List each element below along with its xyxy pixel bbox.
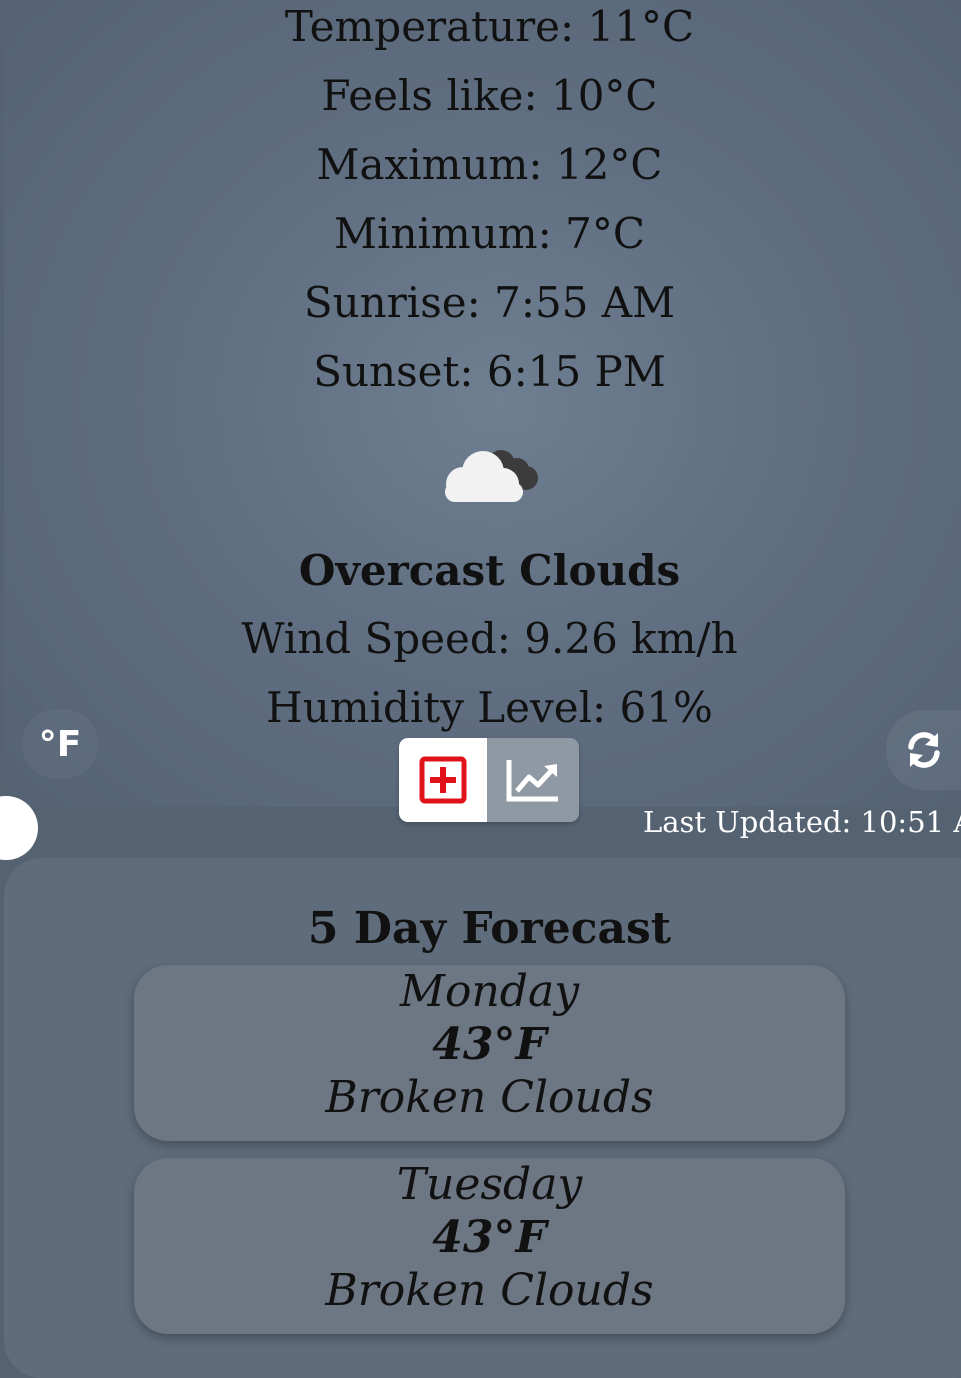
forecast-day-condition: Broken Clouds: [325, 1265, 654, 1316]
temperature-text: Temperature: 11°C: [284, 2, 695, 51]
condition-text: Overcast Clouds: [298, 546, 681, 595]
humidity-text: Humidity Level: 61%: [266, 683, 713, 732]
maximum-text: Maximum: 12°C: [316, 140, 663, 189]
forecast-title: 5 Day Forecast: [307, 903, 672, 954]
action-button-group: [399, 738, 579, 822]
add-square-icon: [419, 756, 467, 804]
line-chart-icon: [506, 760, 558, 802]
forecast-day-name: Monday: [399, 966, 580, 1017]
forecast-day-card[interactable]: Monday 43°F Broken Clouds: [134, 965, 845, 1141]
wind-speed-text: Wind Speed: 9.26 km/h: [241, 614, 738, 663]
last-updated-text: Last Updated: 10:51 AM: [643, 805, 961, 839]
feels-like-text: Feels like: 10°C: [321, 71, 658, 120]
forecast-day-temp: 43°F: [432, 1212, 547, 1263]
overcast-clouds-icon: [445, 450, 538, 502]
chart-button[interactable]: [487, 738, 579, 822]
add-button[interactable]: [399, 738, 487, 822]
forecast-day-temp: 43°F: [432, 1019, 547, 1070]
sunrise-text: Sunrise: 7:55 AM: [303, 278, 676, 327]
forecast-day-condition: Broken Clouds: [325, 1072, 654, 1123]
sunset-text: Sunset: 6:15 PM: [313, 347, 666, 396]
forecast-day-name: Tuesday: [396, 1159, 583, 1210]
unit-toggle-button[interactable]: °F: [22, 709, 98, 779]
refresh-button[interactable]: [886, 710, 961, 790]
refresh-icon: [907, 732, 940, 768]
forecast-day-card[interactable]: Tuesday 43°F Broken Clouds: [134, 1158, 845, 1334]
minimum-text: Minimum: 7°C: [334, 209, 645, 258]
